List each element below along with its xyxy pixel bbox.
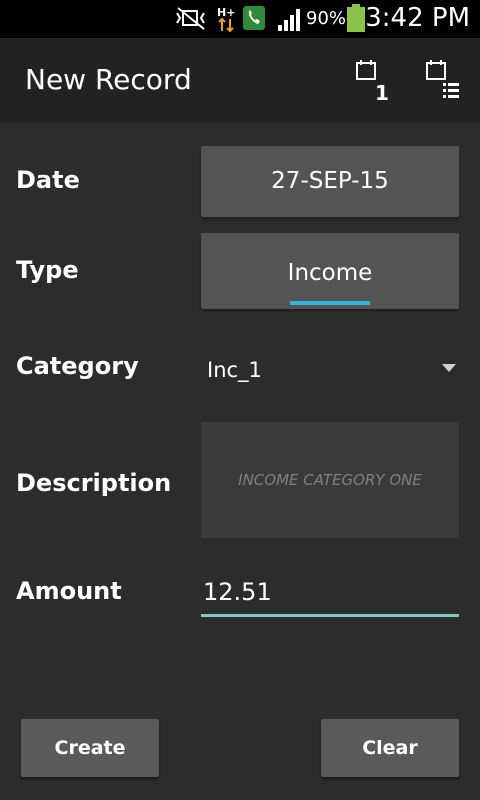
battery-icon [346,4,366,36]
amount-input[interactable]: 12.51 [201,574,459,617]
type-selected-indicator [290,301,370,305]
type-toggle-button[interactable]: Income [201,233,459,309]
battery-percent: 90% [306,8,347,29]
calendar-day-icon: 1 [356,60,389,105]
description-label: Description [16,469,172,497]
category-label: Category [16,352,139,380]
action-bar: New Record 1 [0,38,480,123]
clear-button[interactable]: Clear [321,719,459,777]
clock: 3:42 PM [365,3,470,33]
category-dropdown[interactable]: Inc_1 [201,348,459,390]
data-hplus-icon: H+ [217,5,237,37]
date-picker-button[interactable]: 27-SEP-15 [201,146,459,217]
create-button[interactable]: Create [21,719,159,777]
calendar-list-icon [426,60,459,98]
amount-value: 12.51 [203,578,272,606]
type-label: Type [16,256,79,284]
status-bar: H+ 90% 3:42 PM [0,0,480,38]
calendar-list-button[interactable] [416,56,464,104]
svg-text:H+: H+ [217,6,235,19]
type-value: Income [287,260,373,286]
calendar-day-badge: 1 [375,81,389,104]
screen-title: New Record [25,63,192,96]
mute-vibrate-icon [174,5,208,35]
description-placeholder: INCOME CATEGORY ONE [238,471,422,489]
signal-icon [278,7,304,35]
amount-label: Amount [16,577,122,605]
dropdown-arrow-icon [442,364,456,372]
date-label: Date [16,166,80,194]
category-value: Inc_1 [207,358,262,382]
calendar-day-button[interactable]: 1 [346,56,394,105]
call-icon [242,5,266,35]
description-field[interactable]: INCOME CATEGORY ONE [201,422,459,538]
